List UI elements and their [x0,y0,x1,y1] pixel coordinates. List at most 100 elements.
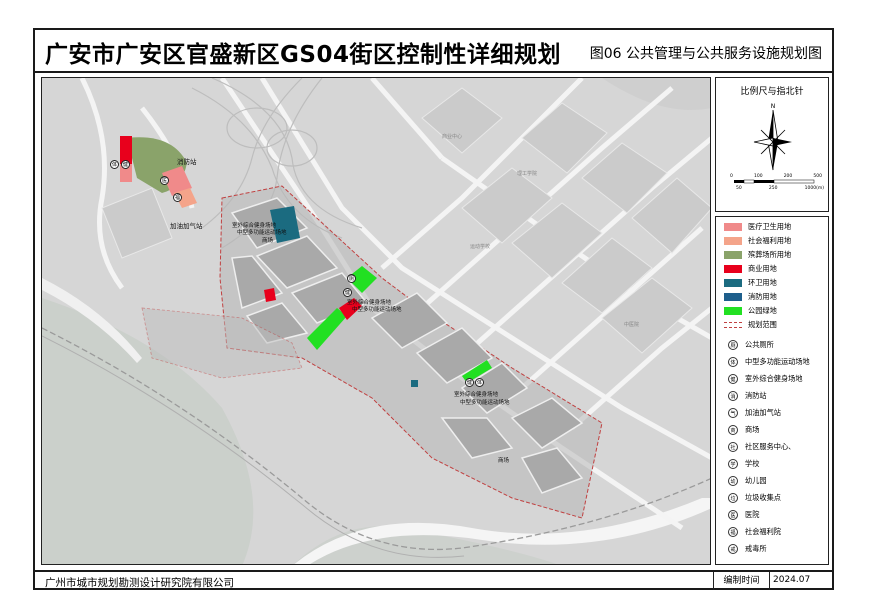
legend-label: 幼儿园 [745,476,767,485]
garbage-point-icon: 垃 [728,493,738,503]
legend-item: 规划范围 [724,319,777,331]
pin-sports-3[interactable]: 体 [475,378,484,387]
title-bar: 广安市广安区官盛新区GS04街区控制性详细规划 图06 公共管理与公共服务设施规… [33,28,834,73]
pin-fitness-3[interactable]: 健 [465,378,474,387]
legend-symbol-item: 垃垃圾收集点 [724,492,781,504]
legend-swatch [724,322,742,328]
legend-symbol-item: 商商场 [724,424,759,436]
legend-label: 室外综合健身场地 [745,374,803,383]
main-title: 广安市广安区官盛新区GS04街区控制性详细规划 [45,42,561,68]
legend-item: 商业用地 [724,263,777,275]
legend-label: 社会福利院 [745,527,781,536]
legend-label: 社区服务中心、 [745,442,796,451]
legend-swatch [724,265,742,273]
community-center-icon: 社 [728,442,738,452]
legend-symbol-item: 学学校 [724,458,759,470]
map-label-gas-station: 加油加气站 [170,222,203,230]
legend-item: 医疗卫生用地 [724,221,791,233]
map-label-block1-b: 中型多功能运动场地 [237,230,287,236]
north-arrow-icon: N [734,103,815,184]
welfare-home-icon: 福 [728,527,738,537]
toilet-icon: 厕 [728,340,738,350]
legend-label: 加油加气站 [745,408,781,417]
legend-item: 环卫用地 [724,277,777,289]
kindergarten-icon: 幼 [728,476,738,486]
scale-tick: 200 [783,174,793,179]
ghost-label-1: 商业中心 [442,134,463,140]
scale-tick: 500 [813,174,822,179]
legend-label: 规划范围 [748,320,777,329]
pin-welfare[interactable]: 福 [173,193,182,202]
planning-map[interactable]: 消防站 加油加气站 室外综合健身场地 中型多功能运动场地 商场 室外综合健身场地… [41,77,711,565]
compass-title: 比例尺与指北针 [740,87,804,97]
scale-tick: 50 [736,186,742,191]
legend-symbol-item: 幼幼儿园 [724,475,767,487]
fitness-icon: 健 [728,374,738,384]
legend-swatch [724,237,742,245]
scale-ticks-lower: 50 250 1000(m) [736,186,824,191]
legend-symbol-item: 气加油加气站 [724,407,781,419]
rehab-center-icon: 戒 [728,544,738,554]
scale-ticks-upper: 0 100 200 500 [730,174,822,179]
legend-label: 殡葬场所用地 [748,250,792,259]
mall-icon: 商 [728,425,738,435]
sheet-title: 图06 公共管理与公共服务设施规划图 [589,46,822,62]
hospital-icon: 医 [728,510,738,520]
pin-hospital[interactable]: 医 [160,176,169,185]
legend-label: 社会福利用地 [748,236,792,245]
fire-station-icon: 消 [728,391,738,401]
legend-symbol-item: 社社区服务中心、 [724,441,795,453]
map-canvas [42,78,710,564]
side-panel: 比例尺与指北针 N 0 100 200 500 50 250 1000(m) 医… [715,77,829,565]
sanitation-point [411,380,418,387]
pin-sports[interactable]: 体 [110,160,119,169]
gas-station-icon: 气 [728,408,738,418]
legend-symbol-item: 戒戒毒所 [724,543,767,555]
legend-item: 社会福利用地 [724,235,791,247]
sports-field-icon: 体 [728,357,738,367]
ghost-label-3: 运动学校 [470,244,491,250]
legend-box: 医疗卫生用地 社会福利用地 殡葬场所用地 商业用地 环卫用地 消防用地 公园绿地… [715,216,829,565]
legend-label: 学校 [745,459,760,468]
map-label-block1-c: 商场 [262,238,274,244]
map-label-fire-station: 消防站 [177,158,197,166]
map-label-block2-b: 中型多功能运动场地 [352,307,402,313]
legend-symbol-item: 厕公共厕所 [724,339,774,351]
legend-swatch [724,279,742,287]
legend-label: 医疗卫生用地 [748,222,792,231]
pin-fitness[interactable]: 健 [121,160,130,169]
legend-symbol-item: 医医院 [724,509,759,521]
pin-toilet[interactable]: 厕 [347,274,356,283]
school-icon: 学 [728,459,738,469]
legend-symbol-item: 福社会福利院 [724,526,781,538]
legend-label: 垃圾收集点 [745,493,781,502]
compass-box: 比例尺与指北针 N 0 100 200 500 50 250 1000(m) [715,77,829,212]
legend-swatch [724,223,742,231]
legend-label: 商场 [745,425,760,434]
legend-label: 公共厕所 [745,340,774,349]
ghost-label-2: 理工学院 [517,171,538,177]
pin-fitness-2[interactable]: 健 [343,288,352,297]
legend-label: 公园绿地 [748,306,777,315]
date-value: 2024.07 [773,575,811,585]
legend-label: 环卫用地 [748,278,777,287]
scale-tick: 100 [753,174,763,179]
organization-name: 广州市城市规划勘测设计研究院有限公司 [45,577,234,589]
legend-label: 消防用地 [748,292,777,301]
map-label-mall: 商场 [498,458,510,464]
map-label-block3-a: 室外综合健身场地 [454,392,499,398]
legend-label: 医院 [745,510,760,519]
map-label-block3-b: 中型多功能运动场地 [460,400,510,406]
legend-item: 殡葬场所用地 [724,249,791,261]
legend-label: 中型多功能运动场地 [745,357,810,366]
footer-bar: 广州市城市规划勘测设计研究院有限公司 编制时间 2024.07 [33,570,834,590]
legend-symbol-item: 消消防站 [724,390,767,402]
scale-tick: 1000(m) [804,186,824,191]
scale-tick: 0 [730,174,733,179]
legend-item: 公园绿地 [724,305,777,317]
ghost-label-4: 中医院 [624,322,640,328]
legend-label: 戒毒所 [745,544,767,553]
legend-swatch [724,307,742,315]
commercial-land-2 [264,288,276,302]
legend-label: 商业用地 [748,264,777,273]
